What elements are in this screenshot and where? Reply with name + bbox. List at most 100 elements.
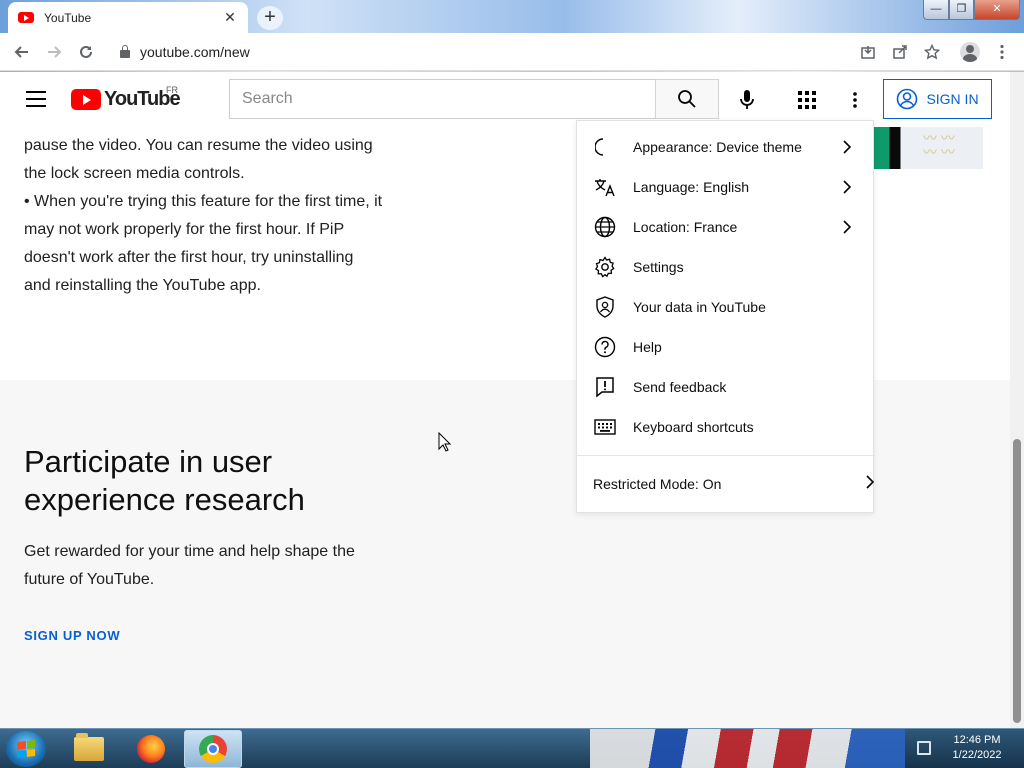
shield-user-icon [593, 295, 617, 319]
minimize-button[interactable]: — [923, 0, 949, 20]
kebab-menu-icon [1000, 44, 1004, 60]
pip-instructions: pause the video. You can resume the vide… [24, 132, 384, 300]
bookmark-button[interactable] [916, 36, 948, 68]
menu-item-label: Your data in YouTube [633, 299, 766, 315]
account-circle-icon [897, 88, 918, 110]
taskbar-wallpaper [590, 729, 910, 768]
menu-item-settings[interactable]: Settings [577, 247, 875, 287]
taskbar-clock[interactable]: 12:46 PM 1/22/2022 [937, 733, 1017, 763]
keyboard-icon [593, 415, 617, 439]
page-scrollbar[interactable] [1010, 72, 1024, 728]
tab-strip: YouTube ✕ + — ❐ ✕ [0, 0, 1024, 33]
windows-logo-icon [17, 740, 35, 758]
toolbar-actions [852, 33, 1024, 71]
address-bar[interactable]: youtube.com/new [110, 37, 910, 67]
search-button[interactable] [655, 79, 719, 119]
windows-taskbar: 12:46 PM 1/22/2022 [0, 728, 1024, 768]
search-icon [678, 90, 696, 108]
system-tray: 12:46 PM 1/22/2022 [905, 729, 1024, 768]
reload-icon [80, 45, 92, 58]
lock-icon [120, 45, 130, 58]
research-description: Get rewarded for your time and help shap… [24, 543, 355, 588]
chrome-menu-button[interactable] [986, 36, 1018, 68]
taskbar-firefox[interactable] [122, 730, 180, 768]
chevron-right-icon [837, 177, 857, 197]
share-icon [893, 45, 907, 59]
menu-divider [577, 455, 875, 456]
menu-item-send-feedback[interactable]: Send feedback [577, 367, 875, 407]
star-icon [924, 44, 940, 60]
youtube-logo[interactable]: YouTube FR [71, 85, 181, 111]
menu-item-help[interactable]: Help [577, 327, 875, 367]
apps-grid-icon [798, 91, 816, 109]
youtube-play-icon [71, 89, 101, 110]
profile-avatar-icon [960, 42, 980, 62]
new-tab-button[interactable]: + [257, 6, 283, 30]
menu-item-restricted-mode[interactable]: Restricted Mode: On [577, 464, 875, 504]
voice-search-button[interactable] [731, 84, 763, 116]
youtube-header: YouTube FR Search SIGN IN [0, 72, 1010, 127]
sign-up-now-link[interactable]: SIGN UP NOW [24, 628, 120, 643]
scrollbar-thumb[interactable] [1013, 439, 1021, 723]
research-title: Participate in user experience research [24, 444, 305, 517]
menu-item-label: Language: English [633, 179, 749, 195]
install-icon [861, 46, 875, 59]
bullet-text: • When you're trying this feature for th… [24, 193, 383, 294]
arrow-left-icon [14, 45, 28, 58]
menu-item-label: Restricted Mode: On [593, 476, 722, 492]
menu-item-language[interactable]: Language: English [577, 167, 875, 207]
profile-button[interactable] [954, 36, 986, 68]
kebab-menu-icon [853, 92, 857, 108]
menu-item-label: Appearance: Device theme [633, 139, 802, 155]
menu-item-label: Send feedback [633, 379, 727, 395]
menu-item-keyboard-shortcuts[interactable]: Keyboard shortcuts [577, 407, 875, 447]
menu-item-label: Location: France [633, 219, 738, 235]
youtube-apps-button[interactable] [791, 84, 823, 116]
feedback-icon [593, 375, 617, 399]
menu-item-label: Settings [633, 259, 684, 275]
maximize-button[interactable]: ❐ [949, 0, 974, 20]
search-input[interactable]: Search [229, 79, 656, 119]
translate-icon [593, 175, 617, 199]
paragraph-text: pause the video. You can resume the vide… [24, 137, 373, 182]
menu-item-label: Help [633, 339, 662, 355]
chevron-right-icon [837, 217, 857, 237]
globe-icon [593, 215, 617, 239]
menu-item-your-data[interactable]: Your data in YouTube [577, 287, 875, 327]
tab-close-icon[interactable]: ✕ [222, 9, 238, 26]
taskbar-chrome[interactable] [184, 730, 242, 768]
browser-tab[interactable]: YouTube ✕ [8, 2, 248, 33]
chevron-right-icon [837, 137, 857, 157]
firefox-icon [137, 735, 165, 763]
settings-dropdown-menu: Appearance: Device theme Language: Engli… [576, 120, 875, 513]
reload-button[interactable] [70, 36, 102, 68]
browser-window: YouTube ✕ + — ❐ ✕ youtube.com/new 〰 〰 〰 … [0, 0, 1024, 728]
forward-button[interactable] [38, 36, 70, 68]
mouse-cursor-icon [438, 432, 452, 452]
menu-item-appearance[interactable]: Appearance: Device theme [577, 127, 875, 167]
microphone-icon [740, 90, 754, 109]
window-close-button[interactable]: ✕ [974, 0, 1020, 20]
teaser-image [873, 127, 983, 169]
clock-date: 1/22/2022 [952, 749, 1002, 761]
menu-item-label: Keyboard shortcuts [633, 419, 754, 435]
hamburger-menu-icon[interactable] [26, 91, 46, 107]
arrow-right-icon [48, 45, 62, 58]
back-button[interactable] [6, 36, 38, 68]
menu-item-location[interactable]: Location: France [577, 207, 875, 247]
help-icon [593, 335, 617, 359]
sign-in-button[interactable]: SIGN IN [883, 79, 992, 119]
settings-menu-button[interactable] [839, 84, 871, 116]
folder-icon [74, 733, 104, 761]
start-button[interactable] [6, 731, 46, 767]
taskbar-explorer[interactable] [60, 730, 118, 768]
chevron-right-icon [865, 474, 875, 494]
youtube-favicon-icon [18, 12, 34, 23]
network-icon[interactable] [917, 741, 931, 755]
tab-title: YouTube [44, 10, 92, 25]
gear-icon [593, 255, 617, 279]
youtube-page: pause the video. You can resume the vide… [0, 72, 1010, 728]
share-button[interactable] [884, 36, 916, 68]
moon-icon [593, 135, 617, 159]
install-app-button[interactable] [852, 36, 884, 68]
